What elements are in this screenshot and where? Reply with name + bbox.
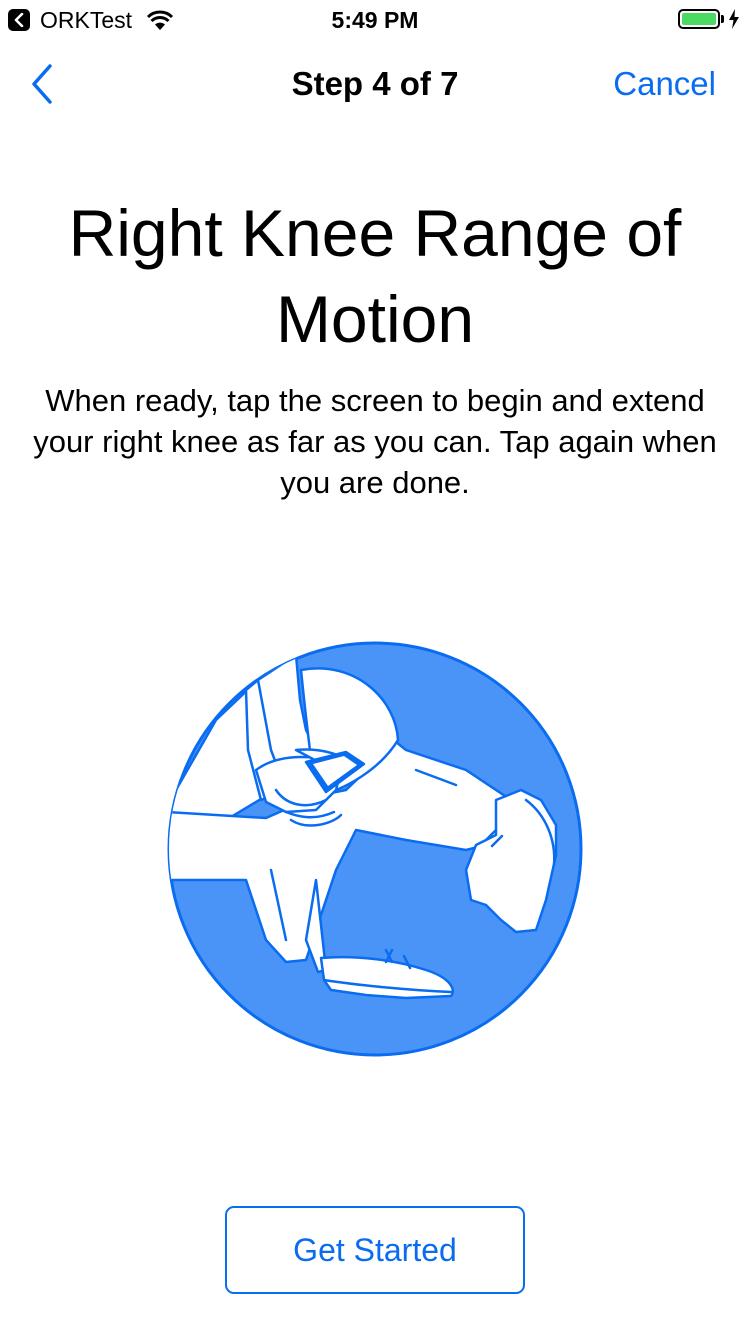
battery-icon: [678, 9, 720, 29]
battery-indicator: [678, 9, 740, 29]
navigation-bar: Step 4 of 7 Cancel: [0, 40, 750, 128]
status-bar: ORKTest 5:49 PM: [0, 0, 750, 40]
knee-extension-illustration: [167, 641, 583, 1057]
get-started-button[interactable]: Get Started: [225, 1206, 525, 1294]
step-instruction: When ready, tap the screen to begin and …: [33, 383, 717, 500]
status-time: 5:49 PM: [331, 7, 419, 33]
cancel-button[interactable]: Cancel: [613, 64, 716, 104]
step-title: Right Knee Range of Motion: [68, 196, 682, 356]
charging-bolt-icon: [729, 9, 739, 29]
